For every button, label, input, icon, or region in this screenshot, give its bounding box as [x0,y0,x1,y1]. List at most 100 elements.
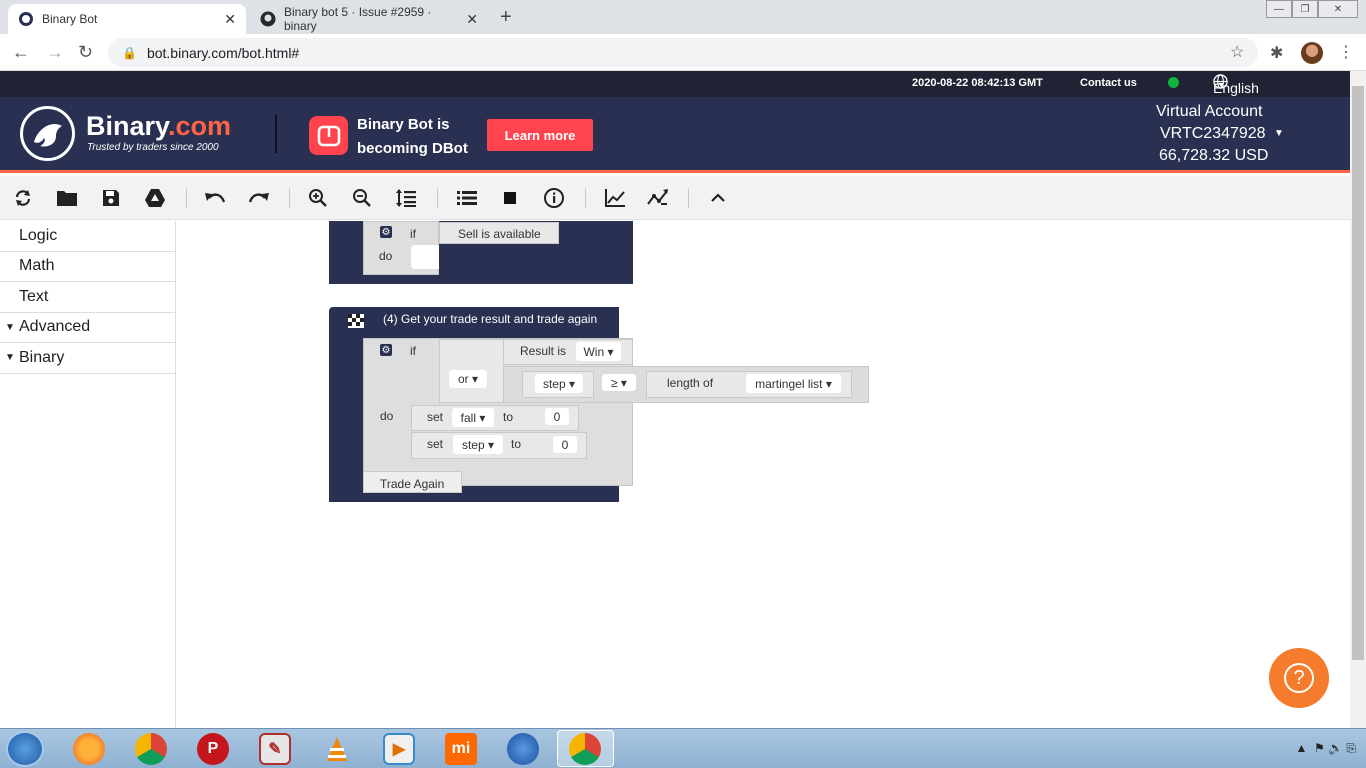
sidebar-item-math[interactable]: Math [0,252,175,282]
account-id: VRTC2347928 [1160,125,1266,142]
block-category-sidebar: Logic Math Text ▼ Advanced ▼ Binary [0,221,176,728]
lock-icon: 🔒 [122,45,137,60]
account-info[interactable]: Virtual Account VRTC2347928 66,728.32 US… [1150,101,1268,167]
chrome-icon[interactable] [135,733,167,765]
tab-binary-bot[interactable]: Binary Bot ✕ [8,4,246,34]
url-text: bot.binary.com/bot.html# [146,44,300,61]
scrollbar-thumb[interactable] [1352,86,1364,660]
or-dropdown[interactable]: or ▾ [449,370,487,388]
sidebar-item-binary[interactable]: ▼ Binary [0,343,175,374]
connection-status-dot [1168,77,1179,88]
info-icon[interactable] [542,186,566,210]
maximize-icon[interactable]: ❐ [1292,0,1318,18]
operator-dropdown[interactable]: ≥ ▾ [602,374,636,391]
chart-icon[interactable] [603,186,627,210]
site-top-strip: 2020-08-22 08:42:13 GMT Contact us Engli… [0,71,1350,97]
empty-do-slot[interactable] [411,245,439,269]
learn-more-button[interactable]: Learn more [487,119,593,151]
windows-start-icon[interactable] [6,731,44,767]
zoom-in-icon[interactable] [306,186,330,210]
minimize-icon[interactable]: — [1266,0,1292,18]
save-icon[interactable] [99,186,123,210]
gear-icon[interactable]: ⚙ [380,226,392,238]
gear-icon[interactable]: ⚙ [380,344,392,356]
sidebar-item-label: Advanced [19,318,91,336]
account-caret-icon[interactable]: ▼ [1274,128,1284,139]
extensions-icon[interactable]: ✱ [1270,43,1283,63]
sidebar-item-text[interactable]: Text [0,282,175,313]
tab-github-issue[interactable]: Binary bot 5 · Issue #2959 · binary ✕ [250,4,488,34]
chrome-icon[interactable] [569,733,601,765]
windows-taskbar: P ✎ ▶ mi ▲ ⚑ 🔊 ⎘ [0,728,1366,768]
expand-arrow-icon: ▼ [5,352,15,364]
undo-icon[interactable] [203,186,227,210]
toolbar-divider [688,188,689,208]
wps-presentation-icon[interactable]: P [197,733,229,765]
rearrange-icon[interactable] [394,186,418,210]
sidebar-item-advanced[interactable]: ▼ Advanced [0,313,175,343]
to-label: to [503,410,514,424]
browser-tab-bar: Binary Bot ✕ Binary bot 5 · Issue #2959 … [0,0,1366,34]
toolbar-divider [186,188,187,208]
blockly-workspace[interactable]: ⚙ if Sell is available do (4) Get your t… [177,221,1350,728]
summary-list-icon[interactable] [455,186,479,210]
step-variable-dropdown[interactable]: step ▾ [535,374,583,393]
account-type: Virtual Account [1156,103,1263,120]
reset-icon[interactable] [11,186,35,210]
set-label: set [427,410,444,424]
bot-toolbar [0,176,1350,220]
tab-title: Binary bot 5 · Issue #2959 · binary [284,5,432,33]
paint-icon[interactable]: ✎ [259,733,291,765]
language-selector[interactable]: English ▼ [1213,74,1259,96]
back-icon[interactable]: ← [12,42,30,63]
close-tab-icon[interactable]: ✕ [466,11,478,28]
trade-again-label: Trade Again [380,477,445,491]
system-tray[interactable]: ▲ ⚑ 🔊 ⎘ [1295,741,1356,756]
result-dropdown[interactable]: Win ▾ [576,342,621,361]
toolbar-divider [585,188,586,208]
media-player-icon[interactable]: ▶ [383,733,415,765]
toolbar-divider [437,188,438,208]
fall-variable-dropdown[interactable]: fall ▾ [452,408,494,427]
tradingview-icon[interactable] [646,186,670,210]
forward-icon[interactable]: → [46,42,64,63]
help-button[interactable]: ? [1269,648,1329,708]
step-value-field[interactable]: 0 [553,436,577,453]
list-variable-dropdown[interactable]: martingel list ▾ [746,374,841,393]
profile-avatar[interactable] [1301,42,1323,64]
close-tab-icon[interactable]: ✕ [224,11,236,28]
binary-logo-icon[interactable] [20,106,75,161]
logo-main: Binary [86,111,169,141]
stop-icon[interactable] [498,186,522,210]
close-window-icon[interactable]: ✕ [1318,0,1358,18]
fall-value-field[interactable]: 0 [545,408,569,425]
logo-wordmark[interactable]: Binary.com [86,111,231,142]
sidebar-item-logic[interactable]: Logic [0,221,175,252]
caret-down-icon: ▼ [1217,80,1226,90]
contact-us-link[interactable]: Contact us [1080,77,1137,89]
chevron-up-icon[interactable] [706,186,730,210]
sidebar-item-label: Text [19,287,49,305]
firefox-icon[interactable] [73,733,105,765]
sell-available-label: Sell is available [458,227,541,241]
reload-icon[interactable]: ↻ [78,42,93,63]
vlc-icon[interactable] [321,733,353,765]
result-is-label: Result is [520,344,567,358]
bookmark-star-icon[interactable]: ☆ [1230,42,1244,62]
redo-icon[interactable] [247,186,271,210]
url-field[interactable]: 🔒 bot.binary.com/bot.html# [108,38,1258,67]
google-drive-icon[interactable] [143,186,167,210]
thunderbird-icon[interactable] [507,733,539,765]
set-label: set [427,437,444,451]
do-label: do [379,249,393,263]
zoom-out-icon[interactable] [350,186,374,210]
open-folder-icon[interactable] [55,186,79,210]
length-of-label: length of [667,376,714,390]
mi-icon[interactable]: mi [445,733,477,765]
promo-line-2: becoming DBot [357,140,468,157]
window-controls: — ❐ ✕ [1266,0,1358,18]
browser-menu-icon[interactable]: ⋮ [1338,42,1354,62]
step-variable-dropdown[interactable]: step ▾ [453,435,503,454]
new-tab-button[interactable]: + [500,6,512,29]
checkered-flag-icon [348,314,364,328]
